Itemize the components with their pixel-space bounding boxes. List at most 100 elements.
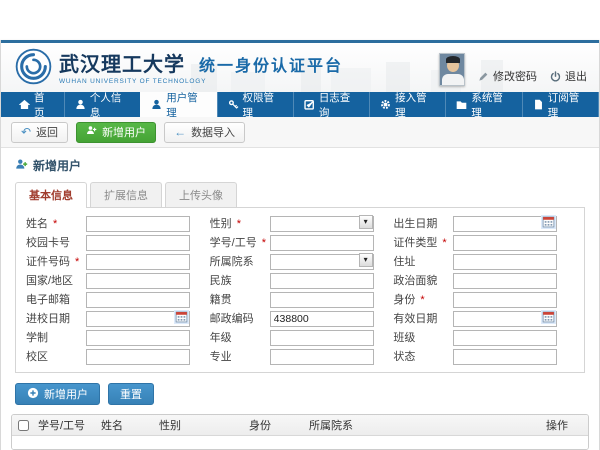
plus-circle-icon xyxy=(27,387,39,402)
grade-input[interactable] xyxy=(270,330,374,346)
form-field-email: 电子邮箱 xyxy=(22,291,202,307)
table-header-1: 姓名 xyxy=(97,417,155,433)
check-square-icon xyxy=(304,99,315,110)
change-password-label: 修改密码 xyxy=(493,68,537,84)
ethnicity-input[interactable] xyxy=(270,273,374,289)
id-type-input[interactable] xyxy=(453,235,557,251)
person-plus-icon xyxy=(15,158,28,174)
platform-title: 统一身份认证平台 xyxy=(199,52,343,76)
calendar-icon[interactable] xyxy=(541,310,556,324)
form-field-name: 姓名 * xyxy=(22,215,202,231)
identity-input[interactable] xyxy=(453,292,557,308)
field-control-campus xyxy=(86,347,190,365)
user-area: 修改密码 退出 xyxy=(439,53,587,86)
table-header-row: 学号/工号姓名性别身份所属院系操作 xyxy=(12,415,588,436)
nav-tab-label: 权限管理 xyxy=(243,90,283,120)
chevron-down-icon[interactable]: ▾ xyxy=(359,215,373,229)
address-input[interactable] xyxy=(453,254,557,270)
form-field-campus: 校区 xyxy=(22,348,202,364)
field-control-ethnicity xyxy=(270,271,374,289)
data-import-button[interactable]: ← 数据导入 xyxy=(164,122,245,143)
form-field-birth-date: 出生日期 xyxy=(389,215,578,231)
field-control-postal-code xyxy=(270,309,374,327)
field-control-major xyxy=(270,347,374,365)
field-label-id-number: 证件号码 * xyxy=(22,253,86,269)
postal-code-input[interactable] xyxy=(270,311,374,327)
student-id-input[interactable] xyxy=(270,235,374,251)
campus-input[interactable] xyxy=(86,349,190,365)
chevron-down-icon[interactable]: ▾ xyxy=(359,253,373,267)
reset-label: 重置 xyxy=(120,386,142,402)
political-input[interactable] xyxy=(453,273,557,289)
name-input[interactable] xyxy=(86,216,190,232)
id-number-input[interactable] xyxy=(86,254,190,270)
brand: 武汉理工大学 统一身份认证平台 WUHAN UNIVERSITY OF TECH… xyxy=(15,48,343,85)
required-asterisk: * xyxy=(417,294,424,306)
field-control-department: ▾ xyxy=(270,252,374,270)
field-label-postal-code: 邮政编码 xyxy=(206,310,270,326)
nav-tab-users[interactable]: 用户管理 xyxy=(140,92,216,117)
form-field-major: 专业 xyxy=(206,348,386,364)
field-control-student-id xyxy=(270,233,374,251)
reset-button[interactable]: 重置 xyxy=(108,383,154,405)
toolbar: ↶ 返回 新增用户 ← 数据导入 xyxy=(1,117,599,148)
tab-extend[interactable]: 扩展信息 xyxy=(90,182,162,207)
major-input[interactable] xyxy=(270,349,374,365)
field-label-department: 所属院系 xyxy=(206,253,270,269)
field-label-entry-date: 进校日期 xyxy=(22,310,86,326)
tab-basic[interactable]: 基本信息 xyxy=(15,182,87,208)
nav-tab-permissions[interactable]: 权限管理 xyxy=(217,92,293,117)
nav-tab-profile[interactable]: 个人信息 xyxy=(64,92,140,117)
field-control-birth-date xyxy=(453,214,557,232)
field-control-gender: ▾ xyxy=(270,214,374,232)
logout-label: 退出 xyxy=(565,68,587,84)
campus-card-input[interactable] xyxy=(86,235,190,251)
person-icon xyxy=(75,99,86,110)
field-label-campus-card: 校园卡号 xyxy=(22,234,86,250)
nav-tab-label: 系统管理 xyxy=(471,90,511,120)
nav-tab-home[interactable]: 首页 xyxy=(9,92,64,117)
logout-link[interactable]: 退出 xyxy=(550,68,587,86)
field-control-identity xyxy=(453,290,557,308)
email-input[interactable] xyxy=(86,292,190,308)
field-control-class xyxy=(453,328,557,346)
field-control-id-number xyxy=(86,252,190,270)
form-field-political: 政治面貌 xyxy=(389,272,578,288)
study-length-input[interactable] xyxy=(86,330,190,346)
form-field-grade: 年级 xyxy=(206,329,386,345)
form-field-identity: 身份 * xyxy=(389,291,578,307)
required-asterisk: * xyxy=(439,237,446,249)
nav-tab-system[interactable]: 系统管理 xyxy=(445,92,521,117)
select-all-checkbox[interactable] xyxy=(18,420,29,431)
required-asterisk: * xyxy=(50,218,57,230)
country-input[interactable] xyxy=(86,273,190,289)
field-label-campus: 校区 xyxy=(22,348,86,364)
university-logo-icon xyxy=(15,48,52,85)
table-header-4: 所属院系 xyxy=(305,417,542,433)
submit-add-user-button[interactable]: 新增用户 xyxy=(15,383,100,405)
add-user-toolbar-button[interactable]: 新增用户 xyxy=(76,122,156,143)
field-label-name: 姓名 * xyxy=(22,215,86,231)
submit-label: 新增用户 xyxy=(44,386,88,402)
field-label-valid-date: 有效日期 xyxy=(389,310,453,326)
nav-tab-subscription[interactable]: 订阅管理 xyxy=(522,92,599,117)
calendar-icon[interactable] xyxy=(174,310,189,324)
form-field-native-place: 籍贯 xyxy=(206,291,386,307)
change-password-link[interactable]: 修改密码 xyxy=(478,68,537,86)
nav-tab-label: 日志查询 xyxy=(319,90,359,120)
page: 武汉理工大学 统一身份认证平台 WUHAN UNIVERSITY OF TECH… xyxy=(0,0,600,450)
nav-tab-access[interactable]: 接入管理 xyxy=(369,92,445,117)
calendar-icon[interactable] xyxy=(541,215,556,229)
field-control-valid-date xyxy=(453,309,557,327)
class-input[interactable] xyxy=(453,330,557,346)
tab-avatar[interactable]: 上传头像 xyxy=(165,182,237,207)
form-field-class: 班级 xyxy=(389,329,578,345)
back-button[interactable]: ↶ 返回 xyxy=(11,122,68,143)
key-icon xyxy=(228,99,239,110)
native-place-input[interactable] xyxy=(270,292,374,308)
form-field-id-type: 证件类型 * xyxy=(389,234,578,250)
status-input[interactable] xyxy=(453,349,557,365)
nav-tab-label: 个人信息 xyxy=(90,90,130,120)
nav-tab-logs[interactable]: 日志查询 xyxy=(293,92,369,117)
select-all-checkbox-cell xyxy=(12,420,34,431)
